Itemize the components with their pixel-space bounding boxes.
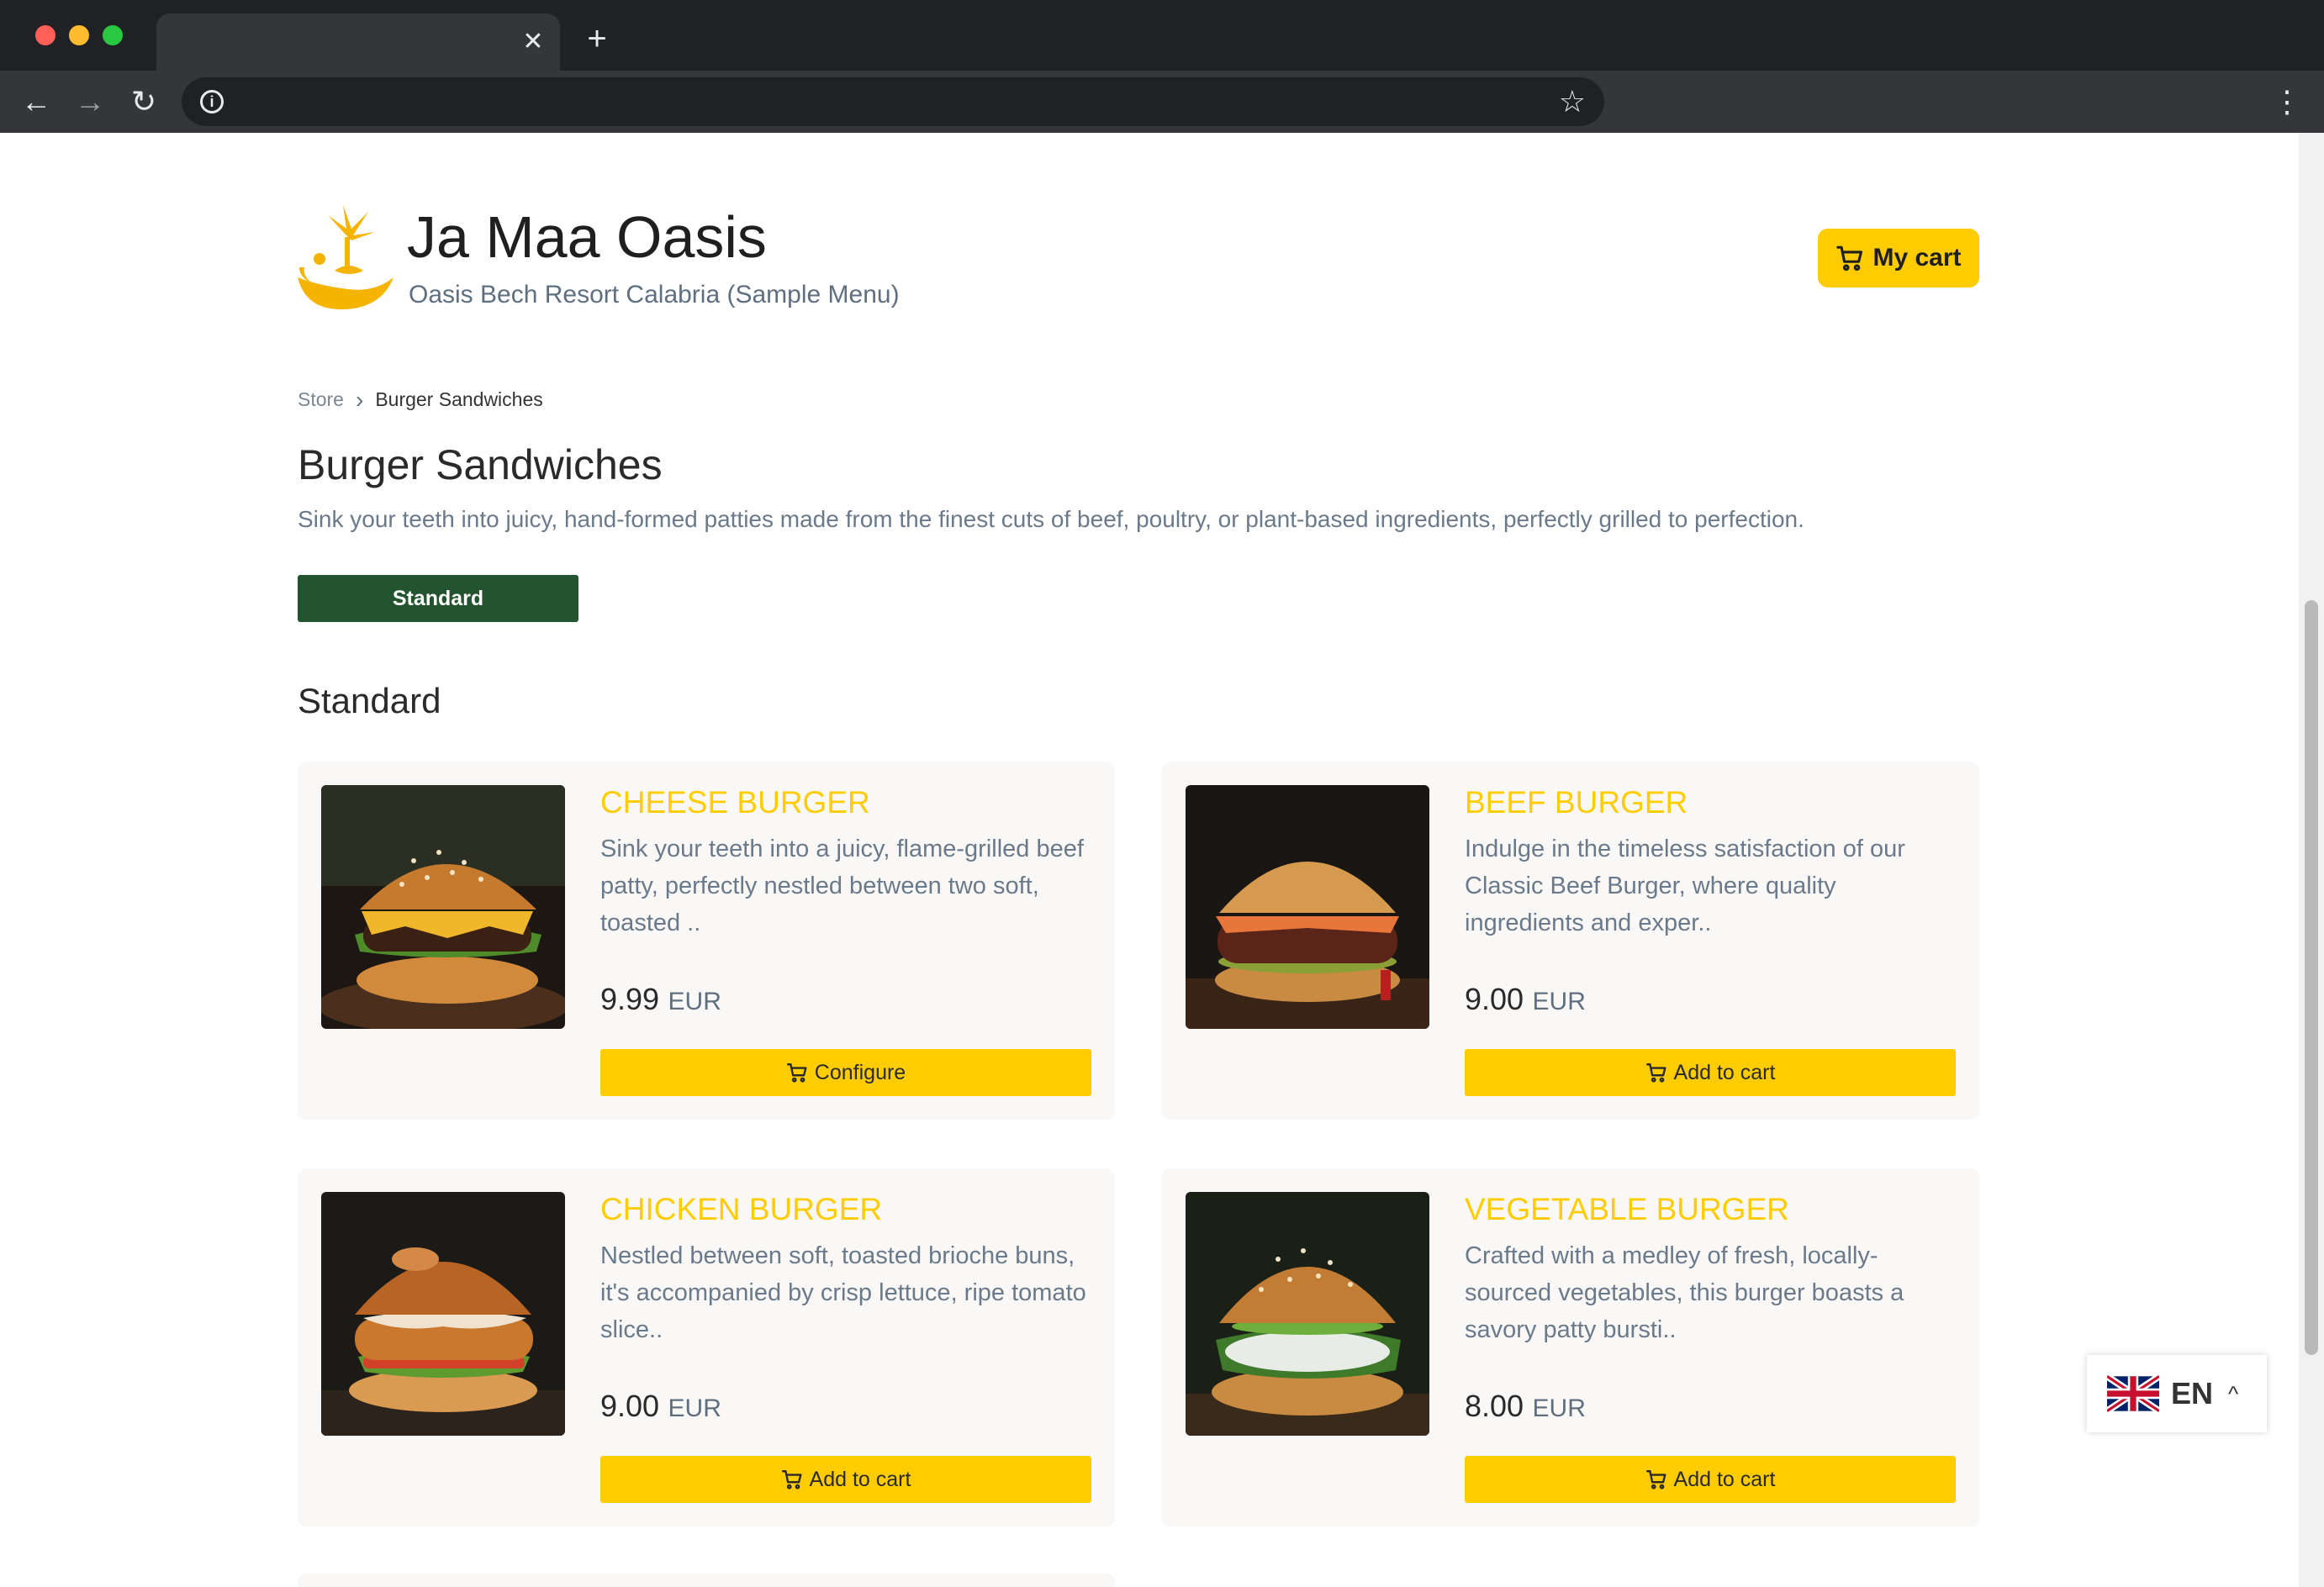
product-card: CHICKEN BURGER Nestled between soft, toa…: [298, 1168, 1115, 1526]
section-title: Standard: [298, 681, 441, 720]
category-description: Sink your teeth into juicy, hand-formed …: [298, 506, 1804, 532]
uk-flag-icon: [2107, 1375, 2159, 1412]
price-currency: EUR: [668, 988, 721, 1015]
button-label: Add to cart: [1673, 1467, 1776, 1491]
page-content: Ja Maa Oasis Oasis Bech Resort Calabria …: [0, 133, 2299, 1587]
price-currency: EUR: [1532, 1395, 1586, 1422]
cart-icon: [1645, 1063, 1666, 1083]
product-price: 9.00 EUR: [600, 1389, 721, 1424]
tab-close-icon[interactable]: ✕: [518, 27, 548, 57]
price-value: 8.00: [1465, 1389, 1524, 1423]
beef-burger-image[interactable]: [1186, 785, 1429, 1029]
product-description: Nestled between soft, toasted brioche bu…: [600, 1242, 1086, 1343]
address-bar[interactable]: i ☆: [182, 77, 1604, 126]
button-label: Add to cart: [1673, 1060, 1776, 1084]
product-name[interactable]: CHEESE BURGER: [600, 785, 870, 820]
tab-bar: ✕ +: [0, 0, 2324, 71]
close-window-button[interactable]: [35, 25, 55, 45]
chevron-up-icon: ^: [2228, 1380, 2239, 1406]
forward-arrow-icon[interactable]: →: [71, 82, 109, 121]
configure-button[interactable]: Configure: [600, 1049, 1091, 1096]
page-scrollbar[interactable]: [2299, 133, 2324, 1587]
product-name[interactable]: CHICKEN BURGER: [600, 1192, 882, 1227]
standard-filter-button[interactable]: Standard: [298, 575, 578, 622]
chevron-right-icon: ›: [355, 386, 364, 413]
store-subtitle: Oasis Bech Resort Calabria (Sample Menu): [409, 281, 900, 308]
chicken-burger-image[interactable]: [321, 1192, 565, 1436]
vegetable-burger-image[interactable]: [1186, 1192, 1429, 1436]
maximize-window-button[interactable]: [103, 25, 123, 45]
price-currency: EUR: [1532, 988, 1586, 1015]
cart-icon: [1645, 1470, 1666, 1489]
add-to-cart-button[interactable]: Add to cart: [1465, 1049, 1956, 1096]
language-switcher[interactable]: EN ^: [2087, 1355, 2267, 1432]
new-tab-button[interactable]: +: [580, 22, 614, 55]
category-title: Burger Sandwiches: [298, 441, 663, 488]
bookmark-star-icon[interactable]: ☆: [1559, 84, 1586, 119]
scrollbar-thumb[interactable]: [2305, 600, 2318, 1355]
product-price: 8.00 EUR: [1465, 1389, 1586, 1424]
back-arrow-icon[interactable]: ←: [17, 82, 55, 121]
product-card: [298, 1574, 1115, 1587]
cart-icon: [781, 1470, 802, 1489]
price-value: 9.99: [600, 982, 660, 1016]
reload-icon[interactable]: ↻: [124, 82, 163, 121]
add-to-cart-button[interactable]: Add to cart: [1465, 1456, 1956, 1503]
store-title: Ja Maa Oasis: [407, 204, 767, 270]
cart-icon: [1836, 245, 1863, 272]
add-to-cart-button[interactable]: Add to cart: [600, 1456, 1091, 1503]
minimize-window-button[interactable]: [69, 25, 89, 45]
browser-toolbar: ← → ↻ i ☆ ⋮: [0, 71, 2324, 133]
browser-chrome: ✕ + ← → ↻ i ☆ ⋮: [0, 0, 2324, 133]
product-price: 9.99 EUR: [600, 982, 721, 1017]
button-label: Add to cart: [809, 1467, 911, 1491]
browser-menu-icon[interactable]: ⋮: [2272, 81, 2302, 123]
price-value: 9.00: [1465, 982, 1524, 1016]
price-currency: EUR: [668, 1395, 721, 1422]
button-label: Configure: [814, 1060, 906, 1084]
product-description: Sink your teeth into a juicy, flame-gril…: [600, 836, 1084, 936]
price-value: 9.00: [600, 1389, 660, 1423]
language-code: EN: [2171, 1376, 2214, 1410]
browser-tab[interactable]: ✕: [156, 13, 560, 71]
product-name[interactable]: VEGETABLE BURGER: [1465, 1192, 1789, 1227]
product-name[interactable]: BEEF BURGER: [1465, 785, 1688, 820]
product-description: Indulge in the timeless satisfaction of …: [1465, 836, 1905, 936]
my-cart-label: My cart: [1872, 244, 1962, 272]
cheese-burger-image[interactable]: [321, 785, 565, 1029]
my-cart-button[interactable]: My cart: [1818, 229, 1979, 287]
product-card: VEGETABLE BURGER Crafted with a medley o…: [1162, 1168, 1979, 1526]
breadcrumb-current: Burger Sandwiches: [375, 388, 543, 410]
palm-island-logo-icon: [298, 205, 393, 310]
cart-icon: [786, 1063, 807, 1083]
product-description: Crafted with a medley of fresh, locally-…: [1465, 1242, 1904, 1343]
site-info-icon[interactable]: i: [200, 90, 224, 113]
product-card: BEEF BURGER Indulge in the timeless sati…: [1162, 762, 1979, 1120]
product-card: CHEESE BURGER Sink your teeth into a jui…: [298, 762, 1115, 1120]
breadcrumb-store-link[interactable]: Store: [298, 388, 344, 411]
product-price: 9.00 EUR: [1465, 982, 1586, 1017]
breadcrumb: Store › Burger Sandwiches: [298, 388, 543, 411]
